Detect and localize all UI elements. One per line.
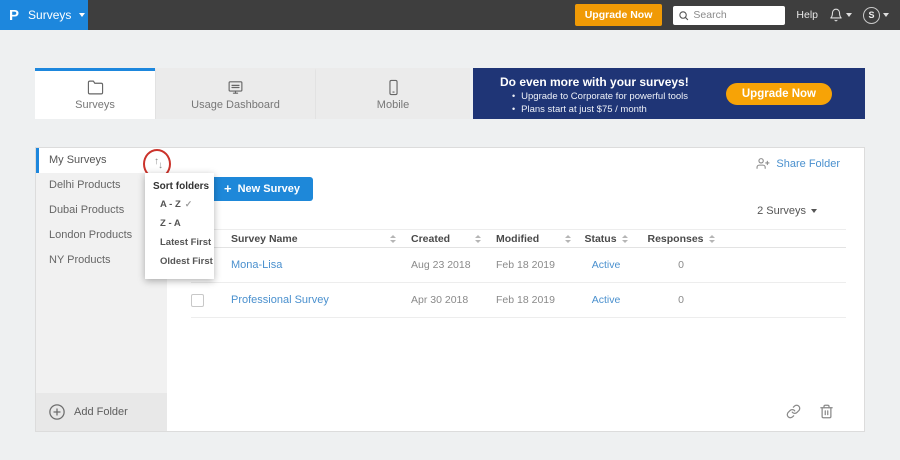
bulk-actions [786,404,834,419]
link-button[interactable] [786,404,801,419]
chevron-down-icon [883,13,889,17]
sort-icon[interactable] [565,234,571,243]
chevron-down-icon [811,209,817,213]
sort-folders-menu: Sort folders A - Z ✓ Z - A Latest First … [145,173,214,279]
brand-logo: P [9,6,20,24]
tab-mobile[interactable]: Mobile [315,68,470,119]
share-folder-button[interactable]: Share Folder [756,157,840,170]
column-header-status[interactable]: Status [584,233,616,245]
sort-option-z-a[interactable]: Z - A [145,214,214,233]
help-link[interactable]: Help [796,9,818,21]
status-badge[interactable]: Active [592,294,621,306]
bullet-dot: • [512,104,516,114]
survey-name-link[interactable]: Professional Survey [231,294,329,306]
topbar-actions: Upgrade Now Help S [574,4,900,26]
modified-date: Feb 18 2019 [496,294,555,306]
created-date: Apr 30 2018 [411,294,469,306]
delete-button[interactable] [819,404,834,419]
surveys-table: Survey Name Created Modified Status Resp… [191,229,846,318]
sort-folders-button[interactable]: ↑ ↓ [148,153,168,173]
link-icon [786,404,801,419]
avatar: S [863,6,880,24]
promo-bullet: • Plans start at just $75 / month [512,104,647,115]
search-icon [678,10,689,21]
mobile-icon [385,79,402,96]
plus-circle-icon [48,403,66,421]
sort-option-a-z[interactable]: A - Z ✓ [145,195,214,214]
column-header-created[interactable]: Created [411,233,450,245]
row-checkbox[interactable] [191,293,204,307]
tab-usage-dashboard[interactable]: Usage Dashboard [155,68,315,119]
modified-date: Feb 18 2019 [496,259,555,271]
checkmark-icon: ✓ [184,199,193,209]
tab-surveys[interactable]: Surveys [35,68,155,119]
share-folder-label: Share Folder [776,157,840,170]
section-tabs: Surveys Usage Dashboard Mobile [35,68,470,119]
survey-name-link[interactable]: Mona-Lisa [231,259,282,271]
bullet-dot: • [512,91,516,101]
account-menu[interactable]: S [863,6,889,24]
sort-option-latest-first[interactable]: Latest First [145,233,214,252]
column-header-modified[interactable]: Modified [496,233,539,245]
sort-option-oldest-first[interactable]: Oldest First [145,252,214,271]
user-plus-icon [756,157,770,170]
sort-icon[interactable] [621,234,628,243]
tab-label: Surveys [75,99,115,111]
sort-icon[interactable] [390,234,396,243]
column-header-responses[interactable]: Responses [647,233,703,245]
table-row: Mona-Lisa Aug 23 2018 Feb 18 2019 Active… [191,248,846,283]
surveys-panel: My Surveys Delhi Products Dubai Products… [35,147,865,432]
table-row: Professional Survey Apr 30 2018 Feb 18 2… [191,283,846,318]
product-menu-label: Surveys [28,8,72,22]
tab-label: Mobile [376,99,410,111]
search-box[interactable] [673,5,786,25]
upgrade-now-button[interactable]: Upgrade Now [574,4,663,26]
chevron-down-icon [846,13,852,17]
add-folder-button[interactable]: Add Folder [36,393,167,431]
add-folder-label: Add Folder [74,406,128,418]
status-badge[interactable]: Active [592,259,621,271]
created-date: Aug 23 2018 [411,259,471,271]
notifications-menu[interactable] [829,8,852,22]
survey-count-label: 2 Surveys [757,205,806,217]
top-bar: P Surveys Upgrade Now Help S [0,0,900,30]
search-input[interactable] [693,9,781,21]
chevron-down-icon [79,13,86,17]
trash-icon [819,404,834,419]
table-header-row: Survey Name Created Modified Status Resp… [191,229,846,248]
bell-icon [829,8,843,22]
tab-label: Usage Dashboard [191,99,280,111]
column-header-survey-name[interactable]: Survey Name [231,233,298,245]
new-survey-button[interactable]: + New Survey [211,177,313,201]
plus-icon: + [224,181,232,196]
sort-icon[interactable] [475,234,481,243]
folder-icon [87,79,104,96]
sort-icon[interactable] [708,234,715,243]
responses-count: 0 [678,294,684,306]
sort-menu-title: Sort folders [153,181,210,192]
promo-upgrade-button[interactable]: Upgrade Now [725,83,832,105]
product-switcher[interactable]: P Surveys [0,0,88,30]
survey-count-dropdown[interactable]: 2 Surveys [757,205,817,217]
dashboard-icon [227,79,244,96]
responses-count: 0 [678,259,684,271]
promo-banner: Do even more with your surveys! • Upgrad… [473,68,865,119]
